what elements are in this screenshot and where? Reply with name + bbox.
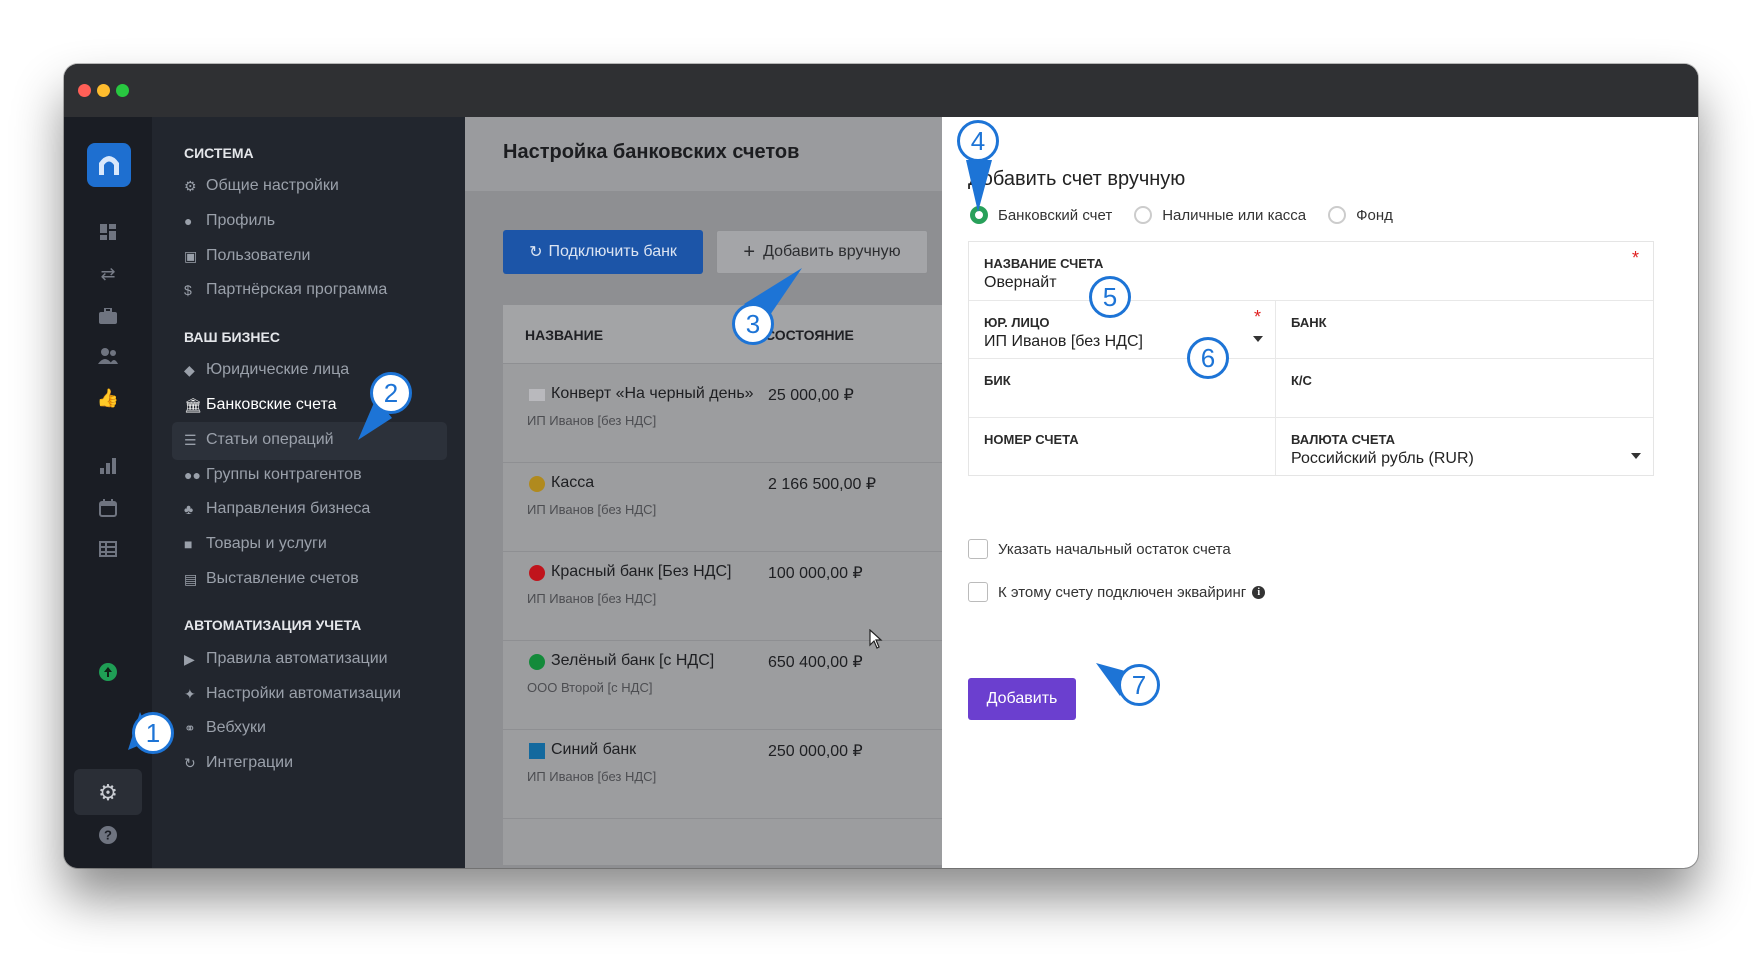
callout-2: 2: [370, 372, 412, 414]
callout-pointers: [128, 160, 1136, 750]
callout-5: 5: [1089, 276, 1131, 318]
callout-7: 7: [1118, 664, 1160, 706]
callout-4: 4: [957, 120, 999, 162]
callout-6: 6: [1187, 337, 1229, 379]
callout-pointer-4: [966, 160, 992, 212]
callout-1: 1: [132, 712, 174, 754]
callout-3: 3: [732, 303, 774, 345]
